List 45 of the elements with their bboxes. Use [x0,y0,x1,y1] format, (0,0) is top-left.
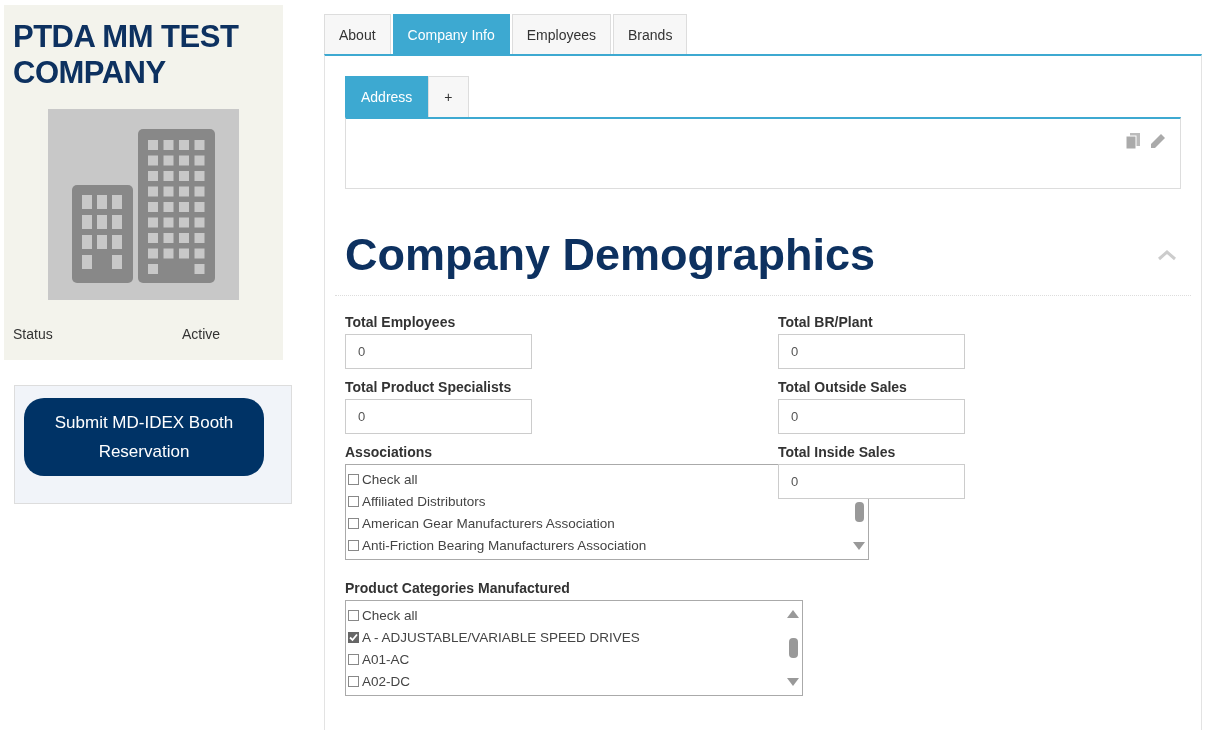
checkbox[interactable] [348,517,359,529]
tab[interactable]: Employees [511,14,612,54]
scroll-down-icon[interactable] [787,678,799,687]
checkbox-label[interactable]: American Gear Manufacturers Association [362,515,615,531]
field-label: Associations [345,444,434,462]
checkbox[interactable] [348,473,359,485]
add-tab[interactable]: + [428,76,469,117]
scroll-down-icon[interactable] [853,542,865,551]
checkbox-label[interactable]: A01-AC [362,651,410,667]
input-field[interactable]: 0 [778,464,965,499]
section-title: Company Demographics [345,228,876,282]
building-icon [48,109,239,300]
input-field[interactable]: 0 [778,399,965,434]
scroll-up-icon[interactable] [787,609,799,618]
field-label: Total Outside Sales [778,379,908,397]
checkbox-label[interactable]: Anti-Friction Bearing Manufacturers Association [362,537,647,553]
copy-icon[interactable] [1126,133,1140,149]
checkbox-label[interactable]: Affiliated Distributors [362,493,486,509]
field-label: Total Employees [345,314,457,332]
scrollbar-thumb[interactable] [788,638,798,658]
checkbox[interactable] [348,609,359,621]
submit-button[interactable]: Submit MD-IDEX Booth Reservation [24,398,264,476]
checkbox-label[interactable]: Check all [362,607,418,623]
checkbox-label[interactable]: Check all [362,471,418,487]
checkbox-label[interactable]: A - ADJUSTABLE/VARIABLE SPEED DRIVES [362,629,640,645]
checkbox[interactable] [348,653,359,665]
checkbox-label[interactable]: A02-DC [362,673,410,689]
field-label: Total Inside Sales [778,444,897,462]
checkbox[interactable] [348,495,359,507]
checkbox[interactable] [348,539,359,551]
tab[interactable]: Brands [613,14,688,54]
input-field[interactable]: 0 [778,334,965,369]
status-value: Active [182,326,221,342]
input-field[interactable]: 0 [345,334,532,369]
scrollbar-thumb[interactable] [854,502,864,522]
input-field[interactable]: 0 [345,399,532,434]
edit-icon[interactable] [1150,133,1166,149]
field-label: Total Product Specialists [345,379,513,397]
checkbox[interactable] [348,675,359,687]
field-label: Total BR/Plant [778,314,874,332]
company-name: PTDA MM TEST COMPANY [13,19,240,91]
status-label: Status [13,326,54,342]
field-label: Product Categories Manufactured [345,580,571,598]
tab[interactable]: About [324,14,391,54]
checkbox[interactable] [348,631,359,643]
